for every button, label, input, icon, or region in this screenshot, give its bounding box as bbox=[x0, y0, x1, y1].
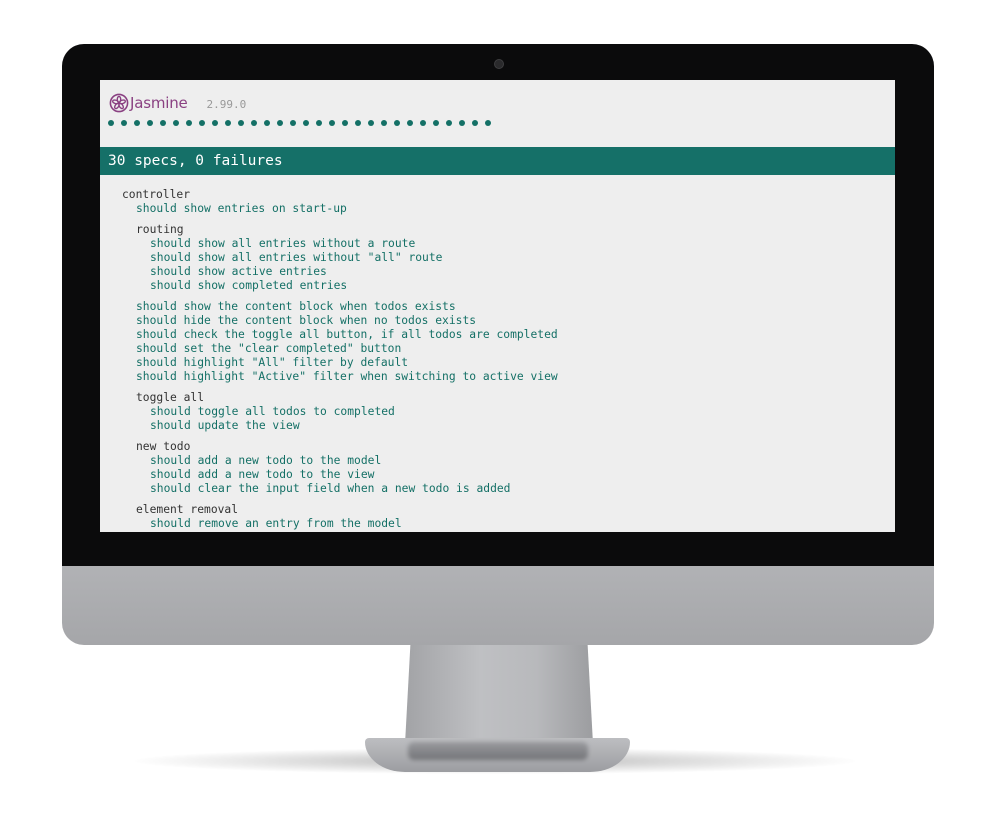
monitor-stand-base-shadow bbox=[408, 742, 588, 760]
spec-item[interactable]: should add a new todo to the view bbox=[122, 468, 895, 482]
passed-spec-dot[interactable] bbox=[290, 120, 296, 126]
passed-spec-dot[interactable] bbox=[199, 120, 205, 126]
spec-item[interactable]: should show active entries bbox=[122, 265, 895, 279]
passed-spec-dot[interactable] bbox=[459, 120, 465, 126]
passed-spec-dot[interactable] bbox=[433, 120, 439, 126]
spec-item[interactable]: should remove an entry from the model bbox=[122, 517, 895, 531]
passed-spec-dot[interactable] bbox=[160, 120, 166, 126]
passed-spec-dot[interactable] bbox=[381, 120, 387, 126]
passed-spec-dot[interactable] bbox=[108, 120, 114, 126]
passed-spec-dot[interactable] bbox=[238, 120, 244, 126]
spec-item[interactable]: should check the toggle all button, if a… bbox=[122, 328, 895, 342]
passed-spec-dot[interactable] bbox=[173, 120, 179, 126]
passed-spec-dot[interactable] bbox=[121, 120, 127, 126]
spec-item[interactable]: should clear the input field when a new … bbox=[122, 482, 895, 496]
spec-item[interactable]: should hide the content block when no to… bbox=[122, 314, 895, 328]
passed-spec-dot[interactable] bbox=[225, 120, 231, 126]
spec-item[interactable]: should show the content block when todos… bbox=[122, 300, 895, 314]
summary-text: 30 specs, 0 failures bbox=[108, 153, 283, 169]
spec-item[interactable]: should show entries on start-up bbox=[122, 202, 895, 216]
jasmine-logo-text: Jasmine bbox=[130, 94, 188, 112]
suite-routing[interactable]: routing bbox=[122, 223, 895, 237]
monitor-chin bbox=[62, 566, 934, 645]
spec-item[interactable]: should set the "clear completed" button bbox=[122, 342, 895, 356]
passed-spec-dot[interactable] bbox=[355, 120, 361, 126]
suite-toggle-all[interactable]: toggle all bbox=[122, 391, 895, 405]
passed-spec-dot[interactable] bbox=[147, 120, 153, 126]
passed-spec-dot[interactable] bbox=[329, 120, 335, 126]
jasmine-flower-icon bbox=[109, 93, 129, 113]
suite-element-removal[interactable]: element removal bbox=[122, 503, 895, 517]
jasmine-banner: Jasmine 2.99.0 bbox=[109, 92, 246, 114]
passed-spec-dot[interactable] bbox=[420, 120, 426, 126]
passed-spec-dot[interactable] bbox=[316, 120, 322, 126]
spec-result-dots bbox=[108, 120, 491, 126]
spec-item[interactable]: should highlight "Active" filter when sw… bbox=[122, 370, 895, 384]
camera-icon bbox=[494, 59, 504, 69]
passed-spec-dot[interactable] bbox=[485, 120, 491, 126]
passed-spec-dot[interactable] bbox=[277, 120, 283, 126]
summary-bar: 30 specs, 0 failures bbox=[100, 147, 895, 175]
passed-spec-dot[interactable] bbox=[446, 120, 452, 126]
passed-spec-dot[interactable] bbox=[251, 120, 257, 126]
passed-spec-dot[interactable] bbox=[407, 120, 413, 126]
spec-item[interactable]: should show all entries without a route bbox=[122, 237, 895, 251]
passed-spec-dot[interactable] bbox=[264, 120, 270, 126]
jasmine-reporter-screen: Jasmine 2.99.0 30 specs, 0 failures cont… bbox=[100, 80, 895, 532]
spec-item[interactable]: should show all entries without "all" ro… bbox=[122, 251, 895, 265]
monitor-stand-neck bbox=[405, 640, 593, 744]
passed-spec-dot[interactable] bbox=[342, 120, 348, 126]
spec-item[interactable]: should update the view bbox=[122, 419, 895, 433]
results-list: controller should show entries on start-… bbox=[122, 188, 895, 531]
suite-controller[interactable]: controller bbox=[122, 188, 895, 202]
passed-spec-dot[interactable] bbox=[212, 120, 218, 126]
spec-item[interactable]: should toggle all todos to completed bbox=[122, 405, 895, 419]
spec-item[interactable]: should add a new todo to the model bbox=[122, 454, 895, 468]
passed-spec-dot[interactable] bbox=[186, 120, 192, 126]
suite-new-todo[interactable]: new todo bbox=[122, 440, 895, 454]
passed-spec-dot[interactable] bbox=[368, 120, 374, 126]
passed-spec-dot[interactable] bbox=[134, 120, 140, 126]
spec-item[interactable]: should highlight "All" filter by default bbox=[122, 356, 895, 370]
passed-spec-dot[interactable] bbox=[472, 120, 478, 126]
jasmine-version: 2.99.0 bbox=[206, 97, 247, 111]
spec-item[interactable]: should show completed entries bbox=[122, 279, 895, 293]
passed-spec-dot[interactable] bbox=[303, 120, 309, 126]
passed-spec-dot[interactable] bbox=[394, 120, 400, 126]
